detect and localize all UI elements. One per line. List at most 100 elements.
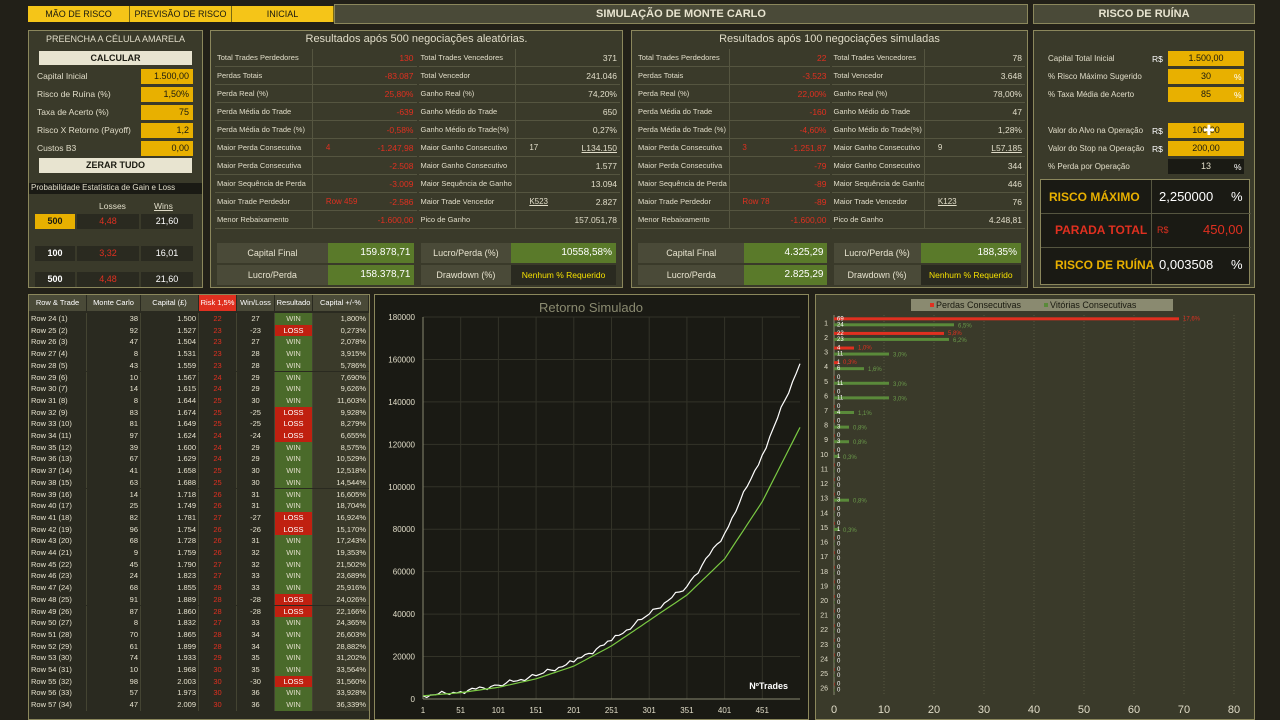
loss-bar: [834, 580, 835, 584]
result-value: -1.600,00: [377, 215, 414, 225]
table-cell: 1.615: [141, 383, 199, 395]
table-cell: Row 56 (33): [29, 687, 87, 700]
bar-category: 21: [820, 613, 828, 620]
result-row: Perda Média do Trade -160: [636, 103, 830, 121]
result-label: Ganho Médio do Trade: [833, 107, 911, 116]
zerar-tudo-button[interactable]: ZERAR TUDO: [39, 158, 192, 173]
input-field[interactable]: 75: [141, 105, 193, 120]
input-field[interactable]: 1,50%: [141, 87, 193, 102]
ruin-input[interactable]: 30: [1168, 69, 1244, 84]
win-pct-label: 0,8%: [853, 440, 867, 446]
win-bar-value: 0: [837, 673, 841, 679]
input-label: Risco X Retorno (Payoff): [37, 125, 131, 135]
bar-category: 25: [820, 671, 828, 678]
result-row: Maior Ganho Consecutivo 344: [831, 157, 1025, 175]
win-bar: [834, 557, 835, 561]
result-row: Total Vencedor 3.648: [831, 67, 1025, 85]
win-pct-label: 1,6%: [868, 367, 882, 373]
table-cell: 23: [199, 348, 237, 360]
result-value: -0,58%: [386, 125, 414, 135]
result-label: Perdas Totais: [638, 71, 684, 80]
result-row: Maior Sequência de Ganho 13.094: [418, 175, 620, 193]
table-cell: 41: [87, 465, 141, 477]
loss-bar: [834, 448, 835, 452]
loss-bar: [834, 682, 835, 686]
result-label: Perda Média do Trade: [638, 107, 713, 116]
win-bar-value: 23: [837, 337, 844, 343]
table-cell: 30: [237, 465, 275, 477]
ruin-input[interactable]: 85: [1168, 87, 1244, 102]
result-row: Perdas Totais -3.523: [636, 67, 830, 85]
result-row: Maior Sequência de Ganho 446: [831, 175, 1025, 193]
parada-total-value: 450,00: [1203, 222, 1243, 237]
calcular-button[interactable]: CALCULAR: [39, 51, 192, 65]
table-cell: Row 36 (13): [29, 453, 87, 466]
parada-total-label: PARADA TOTAL: [1055, 223, 1148, 237]
input-label: Taxa de Acerto (%): [37, 107, 109, 117]
bar-category: 6: [824, 393, 828, 400]
nav-mao-de-risco[interactable]: MÃO DE RISCO: [28, 6, 130, 22]
table-cell: 1.624: [141, 430, 199, 442]
ruin-input[interactable]: 13: [1168, 159, 1244, 174]
loss-pct-label: 5,8%: [948, 331, 962, 337]
ruin-label: % Taxa Média de Acerto: [1048, 90, 1135, 99]
input-field[interactable]: 0,00: [141, 141, 193, 156]
table-cell: 68: [87, 535, 141, 547]
y-tick: 160000: [388, 355, 415, 364]
nav-inicial[interactable]: INICIAL: [232, 6, 334, 22]
lucro-perda-pct-value: 10558,58%: [511, 243, 616, 263]
table-cell: 1.754: [141, 523, 199, 536]
result-value: 130: [399, 53, 414, 63]
x-tick: 401: [718, 706, 732, 715]
table-cell: 26: [199, 547, 237, 559]
x-tick: 1: [421, 706, 426, 715]
table-cell: 33: [237, 582, 275, 594]
bar-category: 24: [820, 656, 828, 663]
result-row: Perda Real (%) 22,00%: [636, 85, 830, 103]
table-cell: 10: [87, 371, 141, 384]
nav-previsao-de-risco[interactable]: PREVISÃO DE RISCO: [130, 6, 232, 22]
result-value: 25,80%: [384, 89, 414, 99]
table-cell: 28: [199, 605, 237, 618]
y-tick: 180000: [388, 313, 415, 322]
table-cell: 1.531: [141, 348, 199, 360]
win-pct-label: 0,3%: [843, 528, 857, 534]
table-cell: 1.527: [141, 324, 199, 337]
result-label: Pico de Ganho: [833, 215, 884, 224]
table-cell: 29: [237, 371, 275, 384]
table-cell: LOSS: [275, 511, 313, 524]
loss-bar: [834, 638, 835, 642]
result-label: Total Trades Vencedores: [833, 53, 917, 62]
ruin-input[interactable]: 200,00: [1168, 141, 1244, 156]
input-field[interactable]: 1,2: [141, 123, 193, 138]
result-marker: 4: [325, 143, 331, 152]
result-value: -3.523: [802, 71, 827, 81]
bar-category: 23: [820, 642, 828, 649]
win-bar: [834, 630, 835, 634]
table-cell: 25: [199, 406, 237, 419]
result-row: Total Vencedor 241.046: [418, 67, 620, 85]
prob-trades: 500: [35, 214, 75, 229]
table-cell: 31: [237, 535, 275, 547]
loss-pct-label: 1,0%: [858, 346, 872, 352]
table-cell: 5,786%: [313, 359, 369, 372]
table-cell: 14: [87, 488, 141, 501]
result-label: Maior Ganho Consecutivo: [833, 143, 921, 152]
table-cell: 92: [87, 324, 141, 337]
ruin-currency: R$: [1152, 54, 1163, 64]
result-label: Perda Média do Trade: [217, 107, 292, 116]
input-field[interactable]: 1.500,00: [141, 69, 193, 84]
y-tick: 80000: [393, 525, 416, 534]
prob-wins: 21,60: [141, 272, 193, 287]
table-cell: 1.688: [141, 476, 199, 489]
table-cell: 1.973: [141, 687, 199, 700]
prob-trades: 100: [35, 246, 75, 261]
result-row: Ganho Médio do Trade(%) 0,27%: [418, 121, 620, 139]
table-cell: 97: [87, 430, 141, 442]
result-row: Perda Média do Trade (%) -0,58%: [215, 121, 417, 139]
table-cell: 23: [199, 359, 237, 372]
table-cell: 1.658: [141, 465, 199, 477]
ruin-input[interactable]: 1.500,00: [1168, 51, 1244, 66]
table-cell: 8,279%: [313, 418, 369, 430]
table-cell: Row 27 (4): [29, 348, 87, 360]
